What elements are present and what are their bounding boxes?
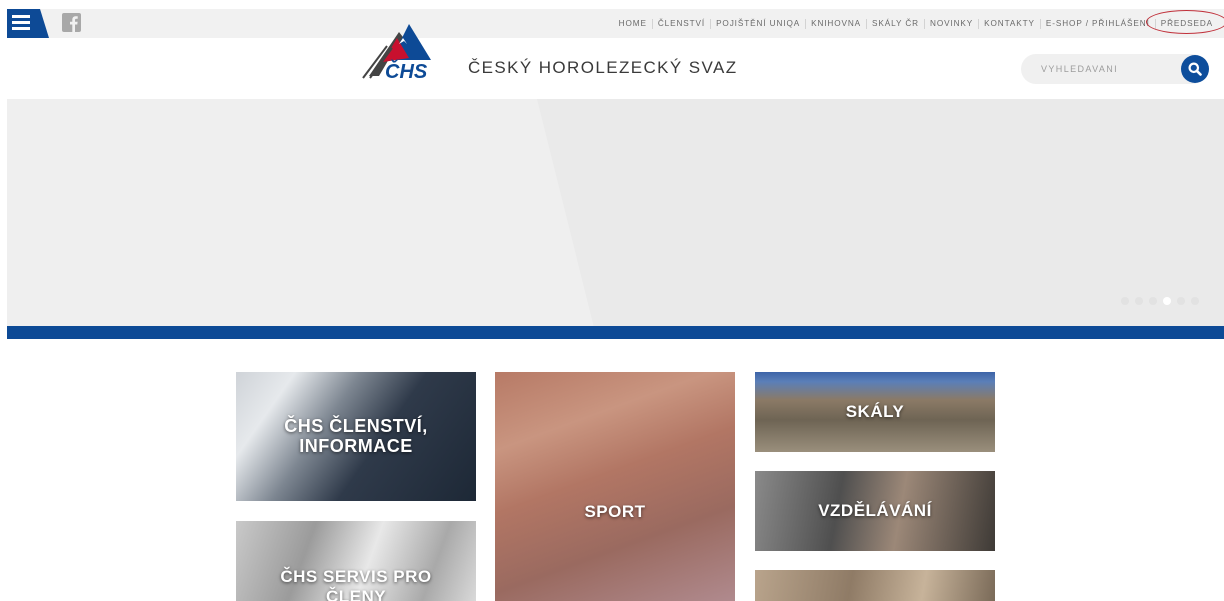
slider-dot[interactable] bbox=[1135, 297, 1143, 305]
facebook-icon[interactable] bbox=[62, 13, 81, 32]
nav-home[interactable]: HOME bbox=[614, 19, 652, 29]
site-header: ČHS ČESKÝ HOROLEZECKÝ SVAZ bbox=[7, 24, 1224, 99]
tile-membership-label: ČHS ČLENSTVÍ, INFORMACE bbox=[284, 416, 428, 456]
search-button[interactable] bbox=[1181, 55, 1209, 83]
slider-dot[interactable] bbox=[1191, 297, 1199, 305]
nav-clenstvi[interactable]: ČLENSTVÍ bbox=[651, 18, 710, 29]
nav-kontakty[interactable]: KONTAKTY bbox=[978, 18, 1040, 29]
blue-divider bbox=[7, 326, 1224, 339]
search-icon bbox=[1188, 62, 1202, 76]
nav-skaly-cr[interactable]: SKÁLY ČR bbox=[866, 18, 924, 29]
slider-dot[interactable] bbox=[1121, 297, 1129, 305]
highlight-circle bbox=[1145, 9, 1224, 34]
nav-predseda[interactable]: PŘEDSEDA bbox=[1145, 9, 1224, 34]
tile-partial[interactable] bbox=[755, 570, 995, 601]
tile-vzdelavani-label: VZDĚLÁVÁNÍ bbox=[818, 501, 932, 520]
tile-sport[interactable]: SPORT bbox=[495, 372, 735, 601]
tile-servis[interactable]: ČHS SERVIS PRO ČLENY bbox=[236, 521, 476, 601]
slider-dot[interactable] bbox=[1163, 297, 1171, 305]
chs-logo[interactable]: ČHS bbox=[361, 20, 447, 83]
slider-pagination bbox=[1121, 297, 1199, 305]
top-navigation: HOME ČLENSTVÍ POJIŠTĚNÍ UNIQA KNIHOVNA S… bbox=[614, 9, 1224, 38]
search-input[interactable] bbox=[1021, 54, 1171, 84]
nav-eshop-prihlaseni[interactable]: E-SHOP / PŘIHLÁŠENÍ bbox=[1039, 18, 1155, 29]
search-box bbox=[1021, 54, 1209, 84]
nav-novinky[interactable]: NOVINKY bbox=[924, 18, 978, 29]
nav-knihovna[interactable]: KNIHOVNA bbox=[805, 18, 866, 29]
tile-vzdelavani[interactable]: VZDĚLÁVÁNÍ bbox=[755, 471, 995, 551]
logo-text: ČHS bbox=[385, 59, 428, 80]
hamburger-menu-icon[interactable] bbox=[7, 9, 49, 38]
slider-background bbox=[537, 99, 1224, 326]
tile-skaly[interactable]: SKÁLY bbox=[755, 372, 995, 452]
hero-slider bbox=[7, 99, 1224, 326]
slider-dot[interactable] bbox=[1177, 297, 1185, 305]
slider-dot[interactable] bbox=[1149, 297, 1157, 305]
tile-skaly-label: SKÁLY bbox=[845, 402, 905, 421]
tile-sport-image bbox=[495, 372, 735, 601]
tile-partial-image bbox=[755, 570, 995, 601]
site-title: ČESKÝ HOROLEZECKÝ SVAZ bbox=[468, 58, 738, 77]
tile-sport-label: SPORT bbox=[584, 502, 646, 521]
top-bar: HOME ČLENSTVÍ POJIŠTĚNÍ UNIQA KNIHOVNA S… bbox=[7, 9, 1224, 38]
nav-pojisteni-uniqa[interactable]: POJIŠTĚNÍ UNIQA bbox=[710, 18, 805, 29]
tile-membership[interactable]: ČHS ČLENSTVÍ, INFORMACE bbox=[236, 372, 476, 501]
tile-servis-label: ČHS SERVIS PRO ČLENY bbox=[280, 567, 432, 601]
